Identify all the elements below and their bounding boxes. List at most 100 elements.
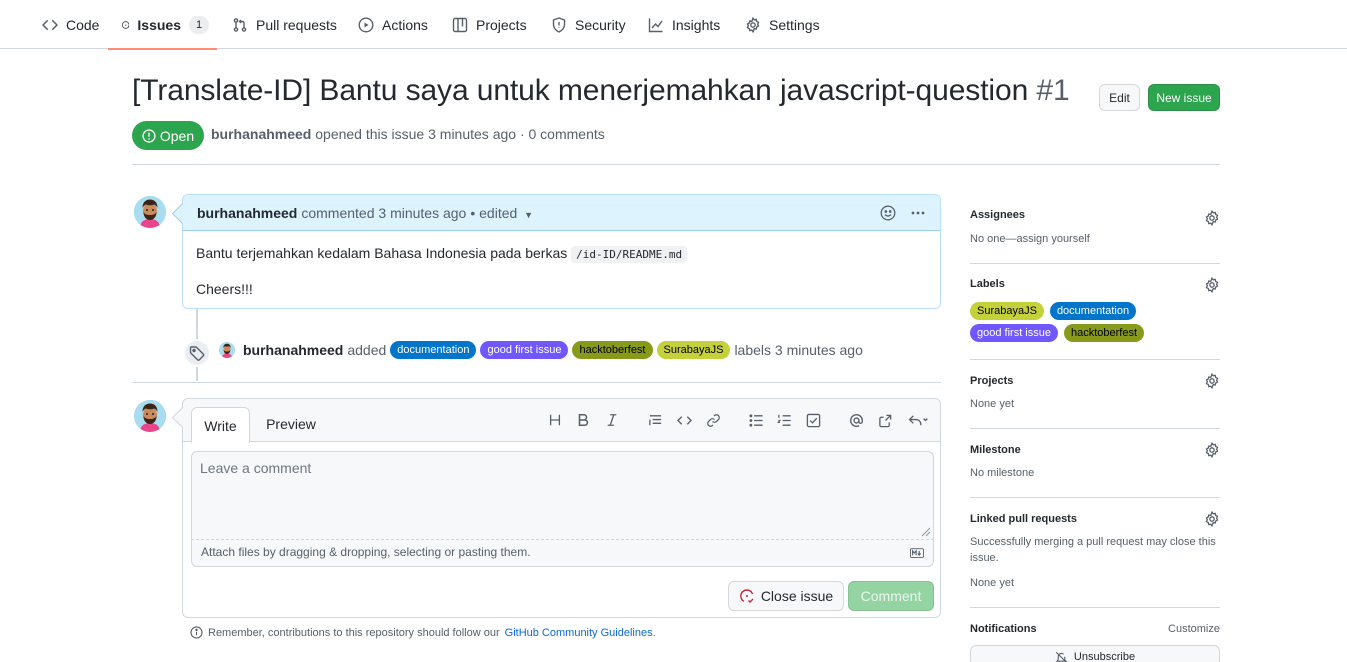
tasklist-icon[interactable]: [804, 411, 822, 429]
new-issue-button[interactable]: New issue: [1148, 84, 1220, 111]
label-surabayajs[interactable]: SurabayaJS: [970, 302, 1044, 320]
ordered-list-icon[interactable]: [775, 411, 793, 429]
label-good-first-issue[interactable]: good first issue: [970, 324, 1058, 342]
code-icon[interactable]: [675, 411, 693, 429]
shield-icon: [552, 16, 566, 33]
assignees-gear-icon[interactable]: [1204, 210, 1220, 226]
sidebar-divider: [970, 263, 1220, 264]
close-issue-button[interactable]: Close issue: [728, 581, 844, 611]
avatar[interactable]: [134, 400, 166, 432]
issue-meta: burhanahmeed opened this issue 3 minutes…: [211, 126, 605, 142]
avatar-image: [134, 400, 166, 432]
tab-insights-label: Insights: [672, 16, 721, 33]
customize-link[interactable]: Customize: [1168, 621, 1220, 637]
label-event: burhanahmeed added documentation good fi…: [219, 341, 863, 359]
tab-projects[interactable]: Projects: [444, 0, 535, 49]
issue-title: [Translate-ID] Bantu saya untuk menerjem…: [132, 74, 1070, 108]
comment-author-link[interactable]: burhanahmeed: [197, 205, 297, 221]
labels-gear-icon[interactable]: [1204, 277, 1220, 293]
git-pull-request-icon: [233, 17, 247, 32]
comment-edited-dropdown[interactable]: • edited ▼: [470, 205, 533, 221]
attach-files-bar[interactable]: Attach files by dragging & dropping, sel…: [191, 539, 934, 567]
notifications-heading: Notifications: [970, 623, 1037, 635]
comment-actions: [880, 205, 926, 221]
form-header: Write Preview: [183, 399, 940, 443]
community-guidelines-link[interactable]: GitHub Community Guidelines: [505, 627, 653, 639]
linked-prs-heading: Linked pull requests: [970, 513, 1077, 525]
assignees-heading: Assignees: [970, 209, 1026, 221]
linked-prs-text: None yet: [970, 577, 1015, 589]
tab-preview[interactable]: Preview: [257, 407, 325, 441]
unsubscribe-label: Unsubscribe: [1073, 651, 1136, 662]
assignees-text[interactable]: No one—assign yourself: [970, 231, 1090, 247]
reply-icon[interactable]: [905, 411, 931, 429]
issue-opened-icon: [122, 20, 130, 29]
italic-icon[interactable]: [603, 411, 621, 429]
table-icon: [452, 17, 468, 32]
resize-handle-icon[interactable]: [921, 527, 931, 537]
tag-icon: [189, 346, 205, 361]
unordered-list-icon[interactable]: [747, 411, 765, 429]
bell-slash-icon: [1055, 651, 1068, 662]
milestone-gear-icon[interactable]: [1204, 442, 1220, 458]
link-icon[interactable]: [704, 411, 722, 429]
sidebar-divider: [970, 607, 1220, 608]
label-documentation[interactable]: documentation: [1049, 302, 1137, 320]
tab-code[interactable]: Code: [34, 0, 107, 49]
gear-icon: [746, 16, 760, 33]
tab-issues[interactable]: Issues 1: [108, 0, 217, 50]
avatar[interactable]: [134, 196, 166, 228]
tab-projects-label: Projects: [476, 16, 527, 33]
event-avatar[interactable]: [219, 342, 235, 358]
smiley-icon[interactable]: [880, 205, 896, 221]
cross-reference-icon[interactable]: [876, 411, 894, 429]
comment-meta: commented 3 minutes ago: [301, 204, 467, 221]
guidelines-suffix: .: [652, 626, 656, 639]
edit-button[interactable]: Edit: [1099, 84, 1140, 111]
label-good-first-issue[interactable]: good first issue: [480, 341, 569, 359]
heading-icon[interactable]: [546, 411, 564, 429]
graph-icon: [648, 18, 663, 32]
event-author-link[interactable]: burhanahmeed: [243, 342, 343, 358]
tab-write[interactable]: Write: [191, 407, 250, 443]
edit-button-label: Edit: [1109, 90, 1130, 105]
tab-security[interactable]: Security: [543, 0, 634, 49]
issue-state-label: Open: [159, 127, 195, 144]
comment-header: burhanahmeed commented 3 minutes ago • e…: [183, 195, 940, 231]
comment-submit-button[interactable]: Comment: [848, 581, 934, 611]
timeline-divider: [132, 382, 941, 383]
tab-issues-label: Issues: [137, 16, 181, 33]
milestone-heading: Milestone: [970, 444, 1021, 456]
unsubscribe-button[interactable]: Unsubscribe: [970, 645, 1220, 662]
projects-gear-icon[interactable]: [1204, 373, 1220, 389]
event-action: added: [347, 342, 387, 358]
linked-prs-description: Successfully merging a pull request may …: [970, 536, 1216, 564]
comment-textarea[interactable]: Leave a comment: [191, 451, 934, 539]
sidebar-divider: [970, 359, 1220, 360]
tab-pull-requests[interactable]: Pull requests: [224, 0, 345, 49]
issue-title-text: [Translate-ID] Bantu saya untuk menerjem…: [132, 74, 1029, 107]
label-hacktoberfest[interactable]: hacktoberfest: [1063, 324, 1145, 342]
timeline-event-badge: [183, 339, 211, 367]
comment-edited-label: • edited: [470, 204, 518, 221]
issue-author-link[interactable]: burhanahmeed: [211, 126, 311, 142]
bold-icon[interactable]: [574, 411, 592, 429]
linked-prs-gear-icon[interactable]: [1204, 511, 1220, 527]
avatar-image: [134, 196, 166, 228]
quote-icon[interactable]: [646, 411, 664, 429]
comment-body: Bantu terjemahkan kedalam Bahasa Indones…: [196, 243, 688, 313]
tab-settings[interactable]: Settings: [737, 0, 828, 49]
info-icon: [190, 626, 203, 639]
attach-files-text: Attach files by dragging & dropping, sel…: [201, 545, 531, 559]
label-documentation[interactable]: documentation: [390, 341, 477, 359]
kebab-horizontal-icon[interactable]: [910, 205, 926, 221]
issue-number: #1: [1036, 74, 1070, 107]
tab-security-label: Security: [575, 16, 626, 33]
label-hacktoberfest[interactable]: hacktoberfest: [572, 341, 653, 359]
milestone-text: No milestone: [970, 467, 1035, 479]
mention-icon[interactable]: [847, 411, 865, 429]
tab-insights[interactable]: Insights: [640, 0, 728, 49]
tab-actions[interactable]: Actions: [350, 0, 436, 49]
label-surabayajs[interactable]: SurabayaJS: [656, 341, 731, 359]
comment-paragraph: Bantu terjemahkan kedalam Bahasa Indones…: [196, 243, 688, 265]
